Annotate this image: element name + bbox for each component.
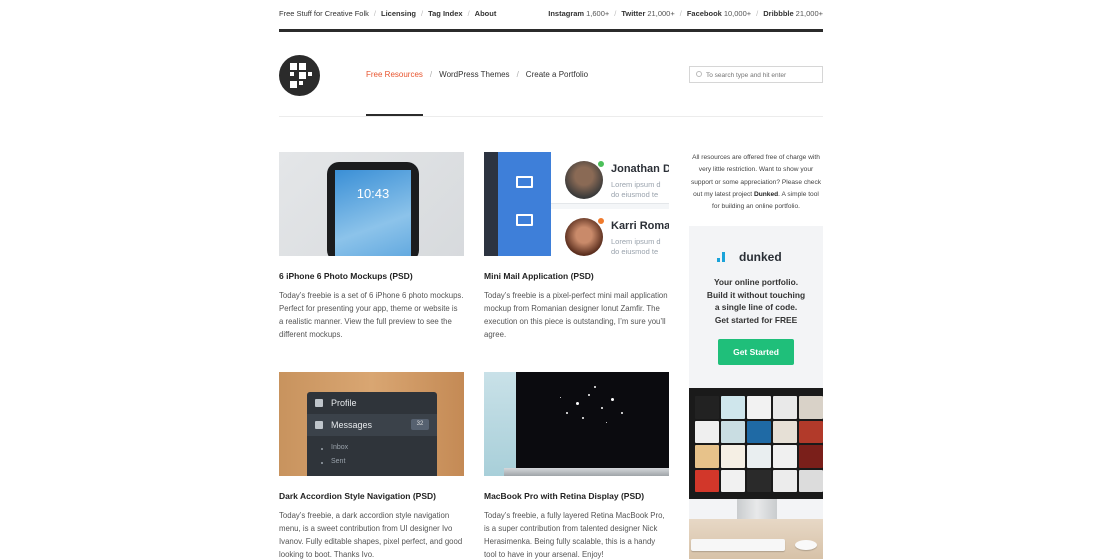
nav-free-resources[interactable]: Free Resources	[366, 70, 423, 79]
mail-icon	[516, 214, 533, 226]
about-link[interactable]: About	[475, 9, 497, 18]
keyboard-image	[691, 539, 785, 551]
contact-row: Jonathan D Lorem ipsum d do eiusmod te	[551, 152, 669, 204]
monitor-image	[689, 388, 823, 499]
resource-card[interactable]: Jonathan D Lorem ipsum d do eiusmod te Ka…	[484, 152, 669, 341]
resource-card[interactable]: 10:43 6 iPhone 6 Photo Mockups (PSD) Tod…	[279, 152, 464, 341]
card-title[interactable]: Mini Mail Application (PSD)	[484, 271, 669, 281]
card-description: Today’s freebie is a set of 6 iPhone 6 p…	[279, 291, 464, 339]
online-status-dot	[597, 160, 605, 168]
iphone-mockup-thumbnail[interactable]: 10:43	[279, 152, 464, 256]
search-box[interactable]	[689, 66, 823, 83]
dunked-logo: dunked	[717, 250, 797, 264]
card-description: Today’s freebie, a fully layered Retina …	[484, 511, 665, 559]
card-description: Today’s freebie is a pixel-perfect mini …	[484, 291, 668, 339]
user-icon	[315, 399, 323, 407]
message-count-badge: 32	[411, 419, 429, 430]
dribbble-link[interactable]: Dribbble 21,000+	[763, 9, 823, 18]
accordion-nav-thumbnail[interactable]: Profile Messages 32 Inbox Sent	[279, 372, 464, 476]
facebook-link[interactable]: Facebook 10,000+	[687, 9, 751, 18]
sidebar-intro: All resources are offered free of charge…	[690, 154, 822, 211]
card-title[interactable]: 6 iPhone 6 Photo Mockups (PSD)	[279, 271, 464, 281]
site-logo[interactable]	[279, 55, 320, 96]
phone-clock: 10:43	[356, 186, 390, 201]
resource-card[interactable]: MacBook Pro with Retina Display (PSD) To…	[484, 372, 669, 559]
tag-index-link[interactable]: Tag Index	[428, 9, 462, 18]
main-nav: Free Resources / WordPress Themes / Crea…	[366, 70, 589, 79]
macbook-thumbnail[interactable]	[484, 372, 669, 476]
ad-tagline: Your online portfolio. Build it without …	[706, 277, 806, 325]
twitter-link[interactable]: Twitter 21,000+	[621, 9, 674, 18]
site-tagline: Free Stuff for Creative Folk	[279, 9, 369, 18]
search-input[interactable]	[706, 69, 820, 81]
card-description: Today’s freebie, a dark accordion style …	[279, 511, 463, 559]
resource-card[interactable]: Profile Messages 32 Inbox Sent Dark Acco…	[279, 372, 464, 559]
mail-icon	[516, 176, 533, 188]
nav-create-portfolio[interactable]: Create a Portfolio	[526, 70, 588, 79]
licensing-link[interactable]: Licensing	[381, 9, 416, 18]
nav-divider	[279, 116, 823, 117]
envelope-icon	[315, 421, 323, 429]
contact-row: Karri Roma Lorem ipsum d do eiusmod te	[551, 209, 669, 256]
instagram-link[interactable]: Instagram 1,600+	[548, 9, 609, 18]
dunked-ad[interactable]: dunked Your online portfolio. Build it w…	[689, 226, 823, 559]
away-status-dot	[597, 217, 605, 225]
dunked-logo-icon	[717, 252, 725, 262]
nav-wordpress-themes[interactable]: WordPress Themes	[439, 70, 509, 79]
card-title[interactable]: MacBook Pro with Retina Display (PSD)	[484, 491, 669, 501]
get-started-button[interactable]: Get Started	[718, 339, 794, 365]
portfolio-grid	[695, 396, 823, 492]
top-bar: Free Stuff for Creative Folk / Licensing…	[279, 9, 823, 18]
mouse-image	[795, 540, 817, 550]
search-icon	[696, 71, 702, 77]
dunked-link[interactable]: Dunked	[754, 191, 778, 198]
header-divider	[279, 29, 823, 32]
mail-app-thumbnail[interactable]: Jonathan D Lorem ipsum d do eiusmod te Ka…	[484, 152, 669, 256]
card-title[interactable]: Dark Accordion Style Navigation (PSD)	[279, 491, 464, 501]
